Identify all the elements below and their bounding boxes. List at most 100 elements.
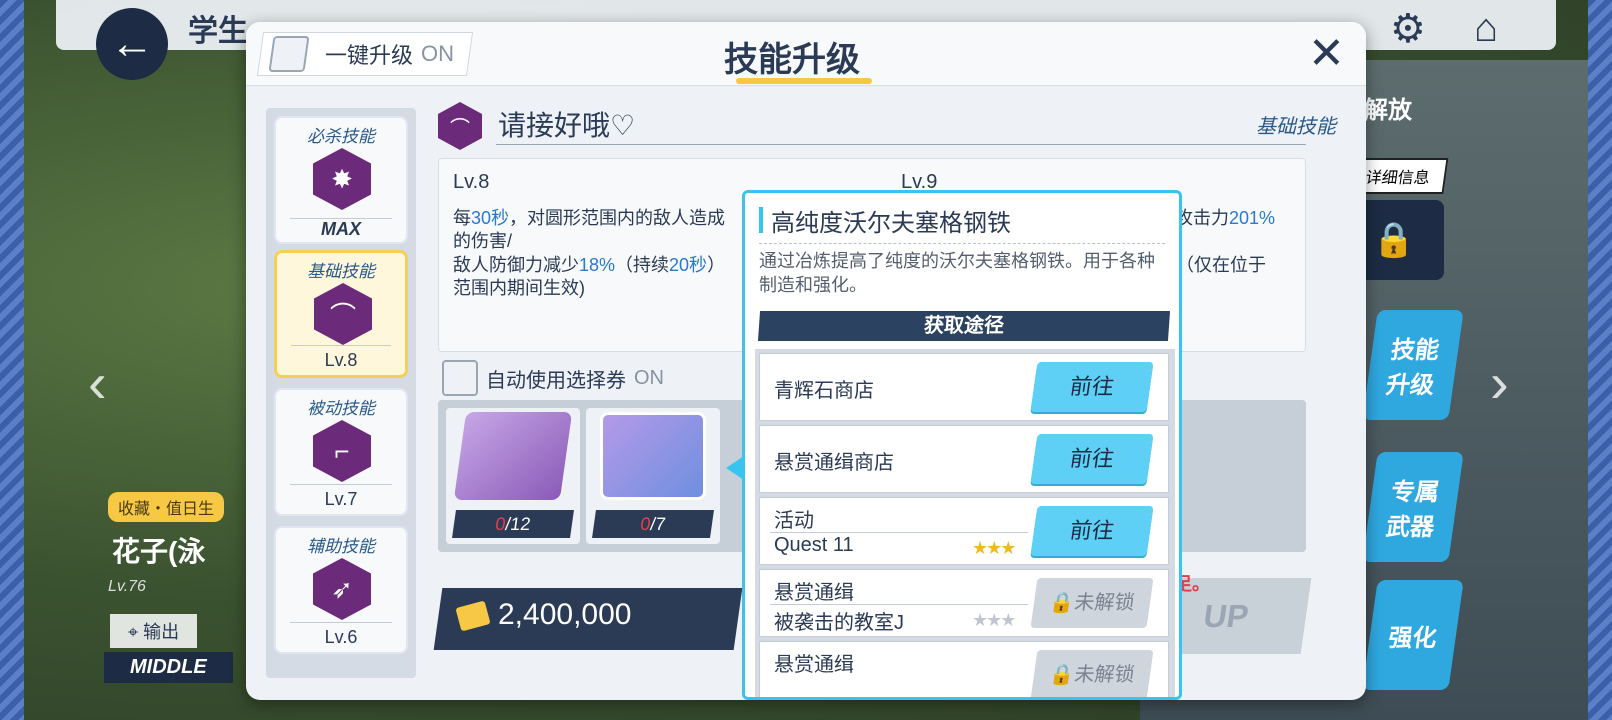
desc-value: 20秒	[669, 254, 708, 275]
source-name: 悬赏通缉商店	[774, 452, 894, 474]
steel-cube-icon	[600, 412, 706, 500]
desc-text: 每	[453, 208, 471, 228]
character-level: Lv.76	[108, 578, 146, 595]
crosshair-icon: ⌖	[128, 622, 144, 642]
onekey-label: 一键升级	[325, 43, 414, 68]
go-button[interactable]: 前往	[1030, 434, 1154, 484]
material-slot[interactable]: 0/12	[446, 408, 580, 544]
desc-text: 范围内期间生效)	[453, 278, 585, 299]
source-item: 悬赏通缉 🔒未解锁	[759, 641, 1169, 697]
star-rating: ★★★	[972, 538, 1016, 559]
material-slot-selected[interactable]: 0/7	[586, 408, 720, 544]
desc-text: ，对圆形范围内的敌人造成	[509, 208, 726, 228]
shot-icon: ➶	[313, 558, 371, 620]
next-arrow-icon[interactable]: ›	[1490, 350, 1509, 415]
divider	[770, 532, 1028, 533]
desc-text: ）	[707, 254, 726, 275]
source-list[interactable]: 青辉石商店 前往 悬赏通缉商店 前往 活动 Quest 11 ★★★ 前往 悬赏…	[755, 349, 1175, 697]
divider	[759, 243, 1165, 244]
item-description: 通过冶炼提高了纯度的沃尔夫塞格钢铁。用于各种制造和强化。	[759, 251, 1155, 296]
locked-button: 🔒未解锁	[1030, 578, 1154, 628]
locked-label: 未解锁	[1072, 664, 1136, 686]
skill-type: 基础技能	[307, 262, 375, 281]
skill-list: 必杀技能 ✸ MAX 基础技能 ⌒ Lv.8 被动技能 ⌐ Lv.7 辅助技能 …	[266, 108, 416, 678]
skill-level: Lv.8	[291, 345, 391, 371]
auto-use-label: 自动使用选择券	[486, 369, 626, 392]
panel-title: 技能升级	[724, 41, 860, 79]
go-button[interactable]: 前往	[1030, 506, 1154, 556]
material-need: /12	[504, 514, 532, 534]
skill-type: 被动技能	[307, 399, 375, 418]
divider	[496, 144, 1306, 145]
character-name: 花子(泳	[112, 536, 206, 567]
prev-arrow-icon[interactable]: ‹	[88, 350, 107, 415]
desc-text: 的伤害/	[453, 231, 513, 252]
auto-use-checkbox[interactable]	[442, 360, 478, 396]
skill-category: 基础技能	[1256, 116, 1336, 138]
menu-skill-upgrade[interactable]: 技能 升级	[1362, 310, 1464, 420]
item-name: 高纯度沃尔夫塞格钢铁	[771, 210, 1011, 237]
position-label: MIDDLE	[104, 652, 233, 683]
desc-value: 18%	[579, 254, 616, 275]
skill-card-ex[interactable]: 必杀技能 ✸ MAX	[274, 116, 408, 244]
current-description: 每30秒，对圆形范围内的敌人造成 的伤害/ 敌人防御力减少18%（持续20秒） …	[453, 207, 743, 301]
skill-card-basic[interactable]: 基础技能 ⌒ Lv.8	[274, 250, 408, 378]
source-stage: 被袭击的教室J	[774, 612, 904, 634]
star-icon: ★★★	[972, 610, 1016, 630]
source-stage: Quest 11	[774, 534, 854, 556]
favorite-badge: 收藏・值日生	[108, 492, 225, 522]
material-count: 0/7	[592, 510, 714, 538]
divider	[770, 604, 1028, 605]
auto-use-state: ON	[634, 366, 664, 389]
left-border-stripes	[0, 0, 24, 720]
top-title: 学生	[188, 15, 248, 48]
source-name: 悬赏通缉	[774, 654, 854, 676]
desc-value: 201%	[1229, 208, 1276, 228]
desc-text: （持续	[615, 254, 670, 275]
skill-type: 辅助技能	[307, 537, 375, 556]
source-name: 青辉石商店	[774, 380, 874, 402]
gear-icon[interactable]: ⚙	[1390, 6, 1426, 52]
burst-icon: ✸	[313, 148, 371, 210]
skill-icon: ⌒	[438, 102, 482, 150]
title-underline	[736, 78, 872, 84]
skill-level: Lv.6	[290, 622, 392, 648]
right-border-stripes	[1588, 0, 1612, 720]
role-label: ⌖ 输出	[110, 614, 198, 648]
back-button[interactable]: ←	[96, 8, 168, 80]
current-level: Lv.8	[453, 171, 490, 193]
locked-button: 🔒未解锁	[1030, 650, 1154, 697]
back-arrow-icon: ←	[110, 19, 154, 68]
material-need: /7	[649, 514, 667, 534]
item-info-popup: 高纯度沃尔夫塞格钢铁 通过冶炼提高了纯度的沃尔夫塞格钢铁。用于各种制造和强化。 …	[742, 190, 1182, 700]
title-accent	[759, 207, 763, 233]
star-rating: ★★★	[972, 610, 1016, 631]
home-icon[interactable]: ⌂	[1474, 6, 1498, 51]
role-text: 输出	[143, 622, 180, 642]
source-name: 活动	[774, 510, 814, 532]
splash-icon: ⌒	[314, 283, 372, 345]
desc-text: 敌人防御力减少	[453, 254, 579, 275]
skill-card-sub[interactable]: 辅助技能 ➶ Lv.6	[274, 526, 408, 654]
source-name: 悬赏通缉	[774, 582, 854, 604]
material-count: 0/12	[452, 510, 574, 538]
source-item: 活动 Quest 11 ★★★ 前往	[759, 497, 1169, 565]
onekey-state: ON	[421, 41, 455, 66]
source-item: 悬赏通缉 被袭击的教室J ★★★ 🔒未解锁	[759, 569, 1169, 637]
locked-label: 未解锁	[1072, 592, 1136, 614]
desc-value: 30秒	[471, 208, 510, 228]
onekey-upgrade-toggle[interactable]: 一键升级 ON	[256, 32, 474, 76]
skill-card-passive[interactable]: 被动技能 ⌐ Lv.7	[274, 388, 408, 516]
source-item: 青辉石商店 前往	[759, 353, 1169, 421]
book-icon	[453, 412, 573, 500]
auto-use-toggle[interactable]: 自动使用选择券 ON	[442, 360, 664, 396]
close-icon[interactable]: ✕	[1308, 32, 1345, 76]
unlock-label: 解放	[1364, 97, 1412, 124]
source-header: 获取途径	[757, 311, 1171, 341]
menu-enhance[interactable]: 强化	[1362, 580, 1464, 690]
skill-type: 必杀技能	[307, 127, 375, 146]
menu-exclusive-weapon[interactable]: 专属 武器	[1362, 452, 1464, 562]
onekey-checkbox[interactable]	[268, 36, 310, 72]
skill-level: Lv.7	[290, 484, 392, 510]
go-button[interactable]: 前往	[1030, 362, 1154, 412]
